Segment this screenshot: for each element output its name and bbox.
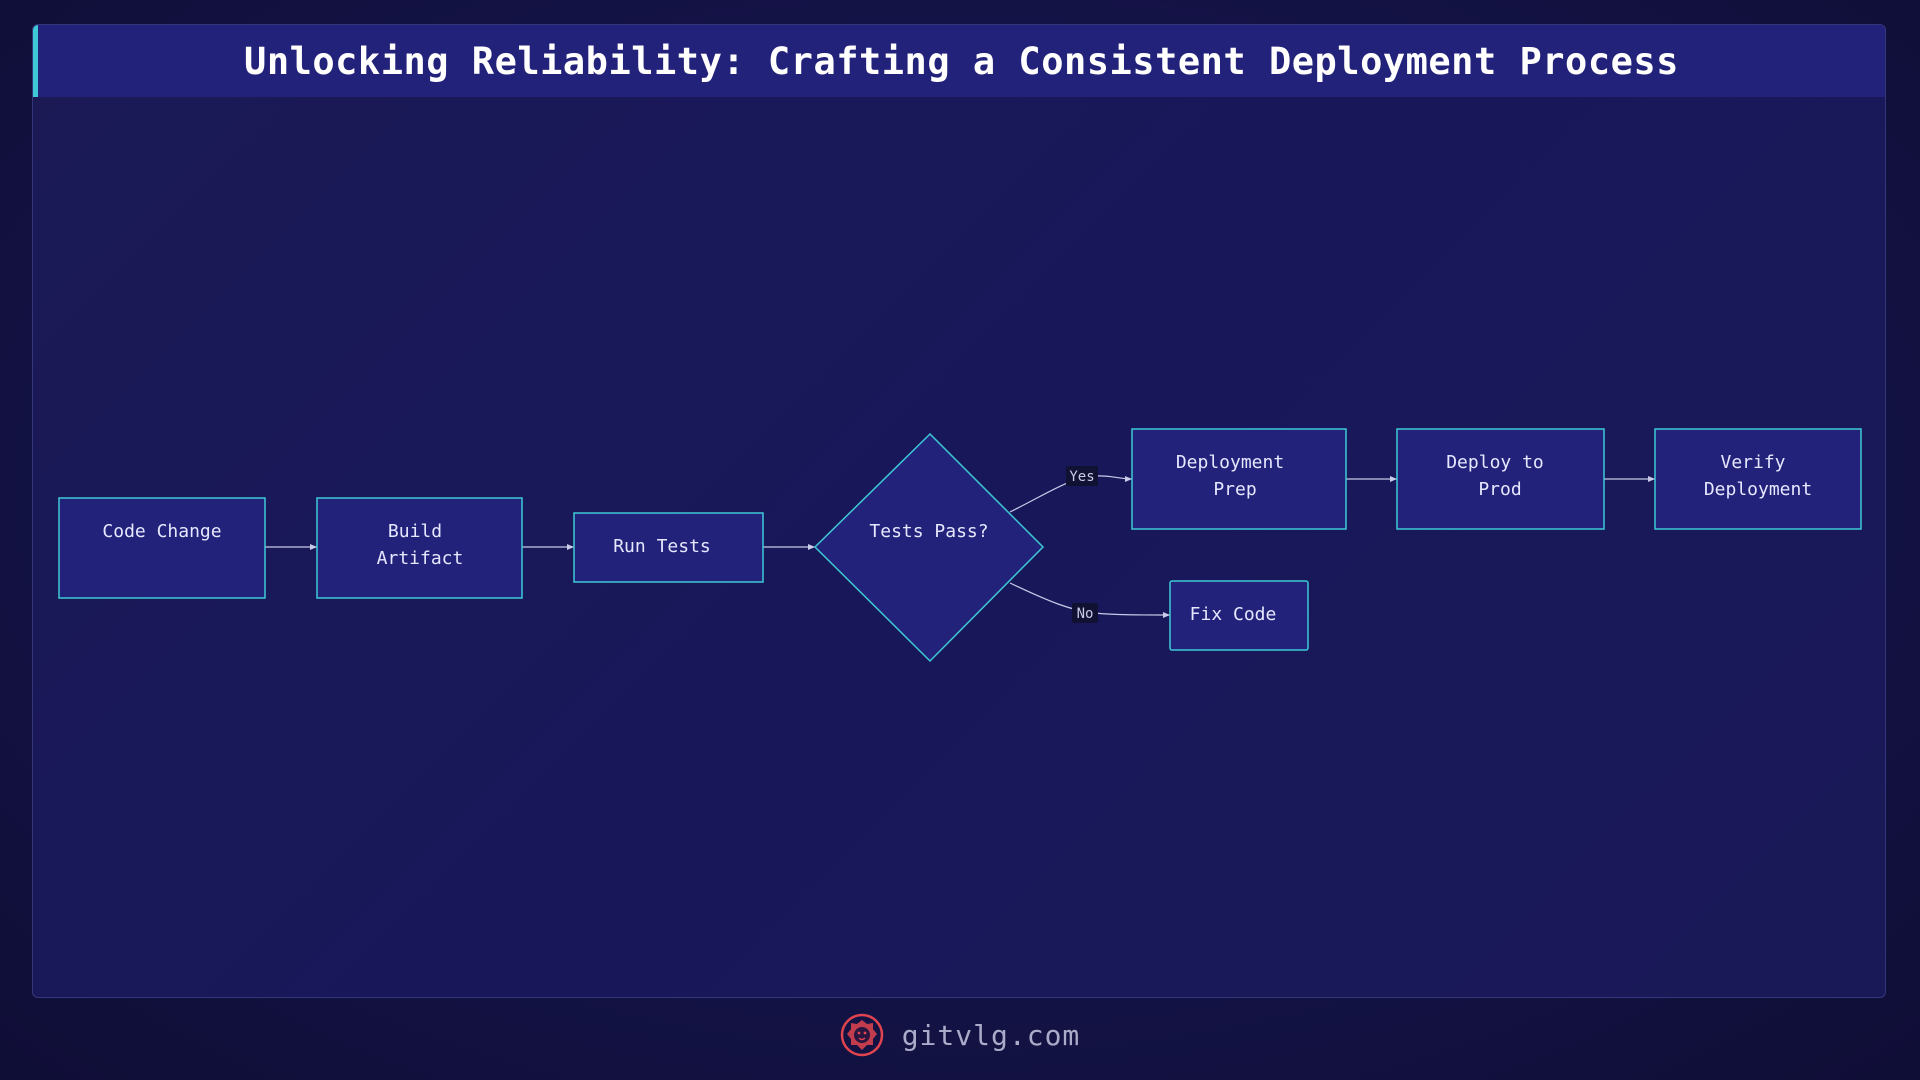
node-verify-deployment-label-1: Verify bbox=[1720, 452, 1785, 473]
node-fix-code-label: Fix Code bbox=[1190, 604, 1277, 625]
node-run-tests: Run Tests bbox=[573, 512, 764, 583]
node-build-artifact: Build Artifact bbox=[316, 497, 523, 599]
node-verify-deployment-label-2: Deployment bbox=[1704, 479, 1812, 500]
node-deployment-prep-label-1: Deployment bbox=[1176, 452, 1284, 473]
site-url[interactable]: gitvlg.com bbox=[902, 1019, 1081, 1052]
svg-text:No: No bbox=[1077, 606, 1094, 622]
node-run-tests-label: Run Tests bbox=[613, 536, 711, 557]
node-deploy-to-prod: Deploy to Prod bbox=[1396, 428, 1605, 530]
node-tests-pass-label: Tests Pass? bbox=[869, 521, 988, 542]
node-deploy-to-prod-label-1: Deploy to bbox=[1446, 452, 1544, 473]
lion-head-icon bbox=[840, 1013, 883, 1057]
node-tests-pass-decision: Tests Pass? bbox=[813, 432, 1045, 663]
node-build-artifact-label-1: Build bbox=[388, 521, 442, 542]
flowchart: Yes No Code Change Build Artifact Run Te… bbox=[58, 428, 1862, 663]
node-verify-deployment: Verify Deployment bbox=[1654, 428, 1862, 530]
node-deploy-to-prod-label-2: Prod bbox=[1478, 479, 1521, 500]
footer: gitvlg.com bbox=[0, 1010, 1920, 1060]
node-fix-code: Fix Code bbox=[1169, 580, 1309, 651]
node-build-artifact-label-2: Artifact bbox=[377, 548, 464, 569]
edge-label-no: No bbox=[1072, 603, 1098, 623]
node-code-change: Code Change bbox=[58, 497, 266, 599]
node-code-change-label: Code Change bbox=[102, 521, 221, 542]
node-deployment-prep: Deployment Prep bbox=[1131, 428, 1347, 530]
edge-label-yes: Yes bbox=[1066, 466, 1098, 486]
node-deployment-prep-label-2: Prep bbox=[1213, 479, 1256, 500]
svg-text:Yes: Yes bbox=[1069, 469, 1094, 485]
